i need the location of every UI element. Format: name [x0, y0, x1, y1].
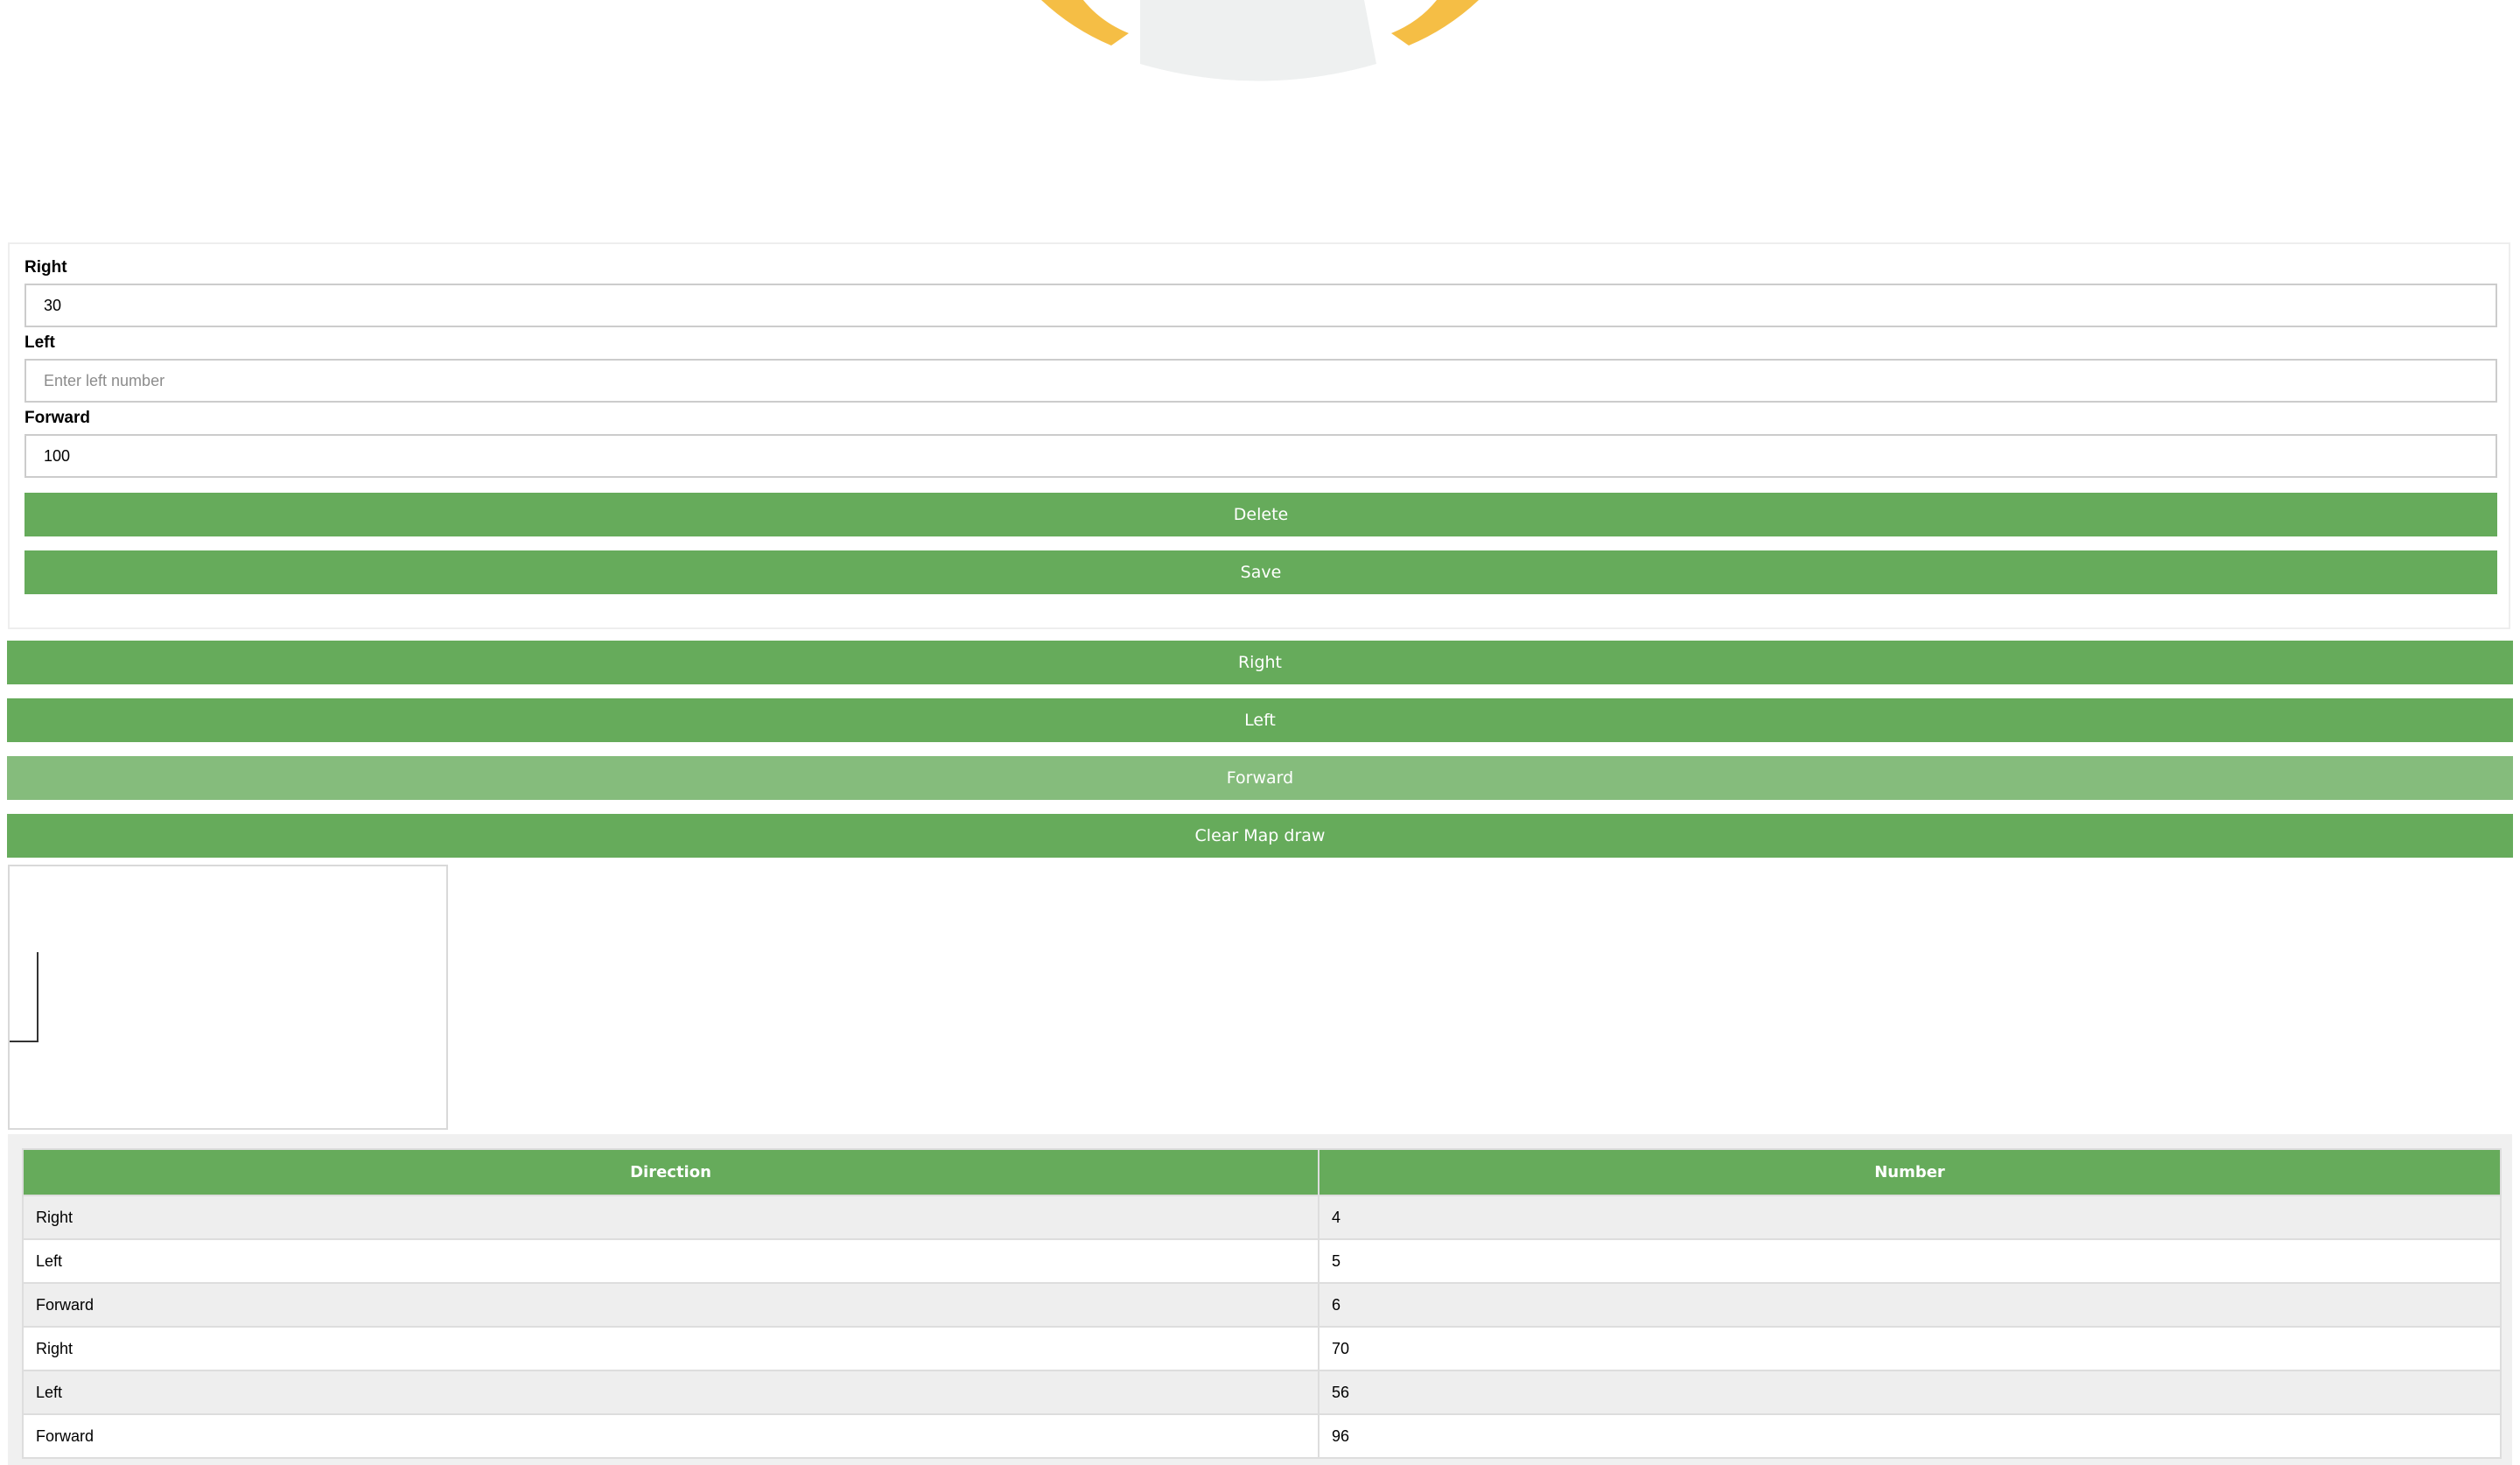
- forward-button[interactable]: Forward: [7, 756, 2513, 800]
- direction-cell: Forward: [22, 1413, 1320, 1459]
- number-cell: 96: [1318, 1413, 2502, 1459]
- gauge-right-arc: [1391, 0, 1479, 46]
- gauge-svg: [1041, 0, 1479, 81]
- table-row: Left 56: [22, 1370, 2502, 1415]
- number-cell: 6: [1318, 1282, 2502, 1328]
- direction-cell: Right: [22, 1195, 1320, 1240]
- commands-table: Direction Number Right 4 Left 5 Forward …: [22, 1148, 2502, 1459]
- number-cell: 5: [1318, 1238, 2502, 1284]
- save-button[interactable]: Save: [24, 550, 2497, 594]
- drawn-path: [10, 952, 38, 1042]
- map-canvas[interactable]: [8, 865, 448, 1130]
- number-cell: 70: [1318, 1326, 2502, 1371]
- direction-column-header: Direction: [22, 1148, 1320, 1196]
- direction-cell: Right: [22, 1326, 1320, 1371]
- gauge-graphic: [0, 0, 2520, 96]
- delete-button[interactable]: Delete: [24, 493, 2497, 536]
- table-row: Right 4: [22, 1195, 2502, 1240]
- table-header-row: Direction Number: [22, 1148, 2502, 1196]
- forward-input[interactable]: [24, 434, 2497, 478]
- number-cell: 56: [1318, 1370, 2502, 1415]
- direction-cell: Left: [22, 1370, 1320, 1415]
- gauge-left-arc: [1041, 0, 1129, 46]
- clear-map-button[interactable]: Clear Map draw: [7, 814, 2513, 858]
- commands-table-container: Direction Number Right 4 Left 5 Forward …: [8, 1134, 2512, 1465]
- gauge-center: [1140, 0, 1376, 81]
- command-form: Right Left Forward Delete Save: [8, 242, 2510, 629]
- direction-cell: Forward: [22, 1282, 1320, 1328]
- right-input[interactable]: [24, 284, 2497, 327]
- table-row: Left 5: [22, 1238, 2502, 1284]
- table-row: Forward 6: [22, 1282, 2502, 1328]
- forward-field-label: Forward: [24, 409, 90, 427]
- left-button[interactable]: Left: [7, 698, 2513, 742]
- table-row: Right 70: [22, 1326, 2502, 1371]
- left-input[interactable]: [24, 359, 2497, 403]
- table-row: Forward 96: [22, 1413, 2502, 1459]
- right-button[interactable]: Right: [7, 641, 2513, 684]
- right-field-label: Right: [24, 258, 67, 277]
- number-column-header: Number: [1318, 1148, 2502, 1196]
- left-field-label: Left: [24, 333, 55, 352]
- direction-cell: Left: [22, 1238, 1320, 1284]
- map-drawing: [10, 952, 38, 1042]
- number-cell: 4: [1318, 1195, 2502, 1240]
